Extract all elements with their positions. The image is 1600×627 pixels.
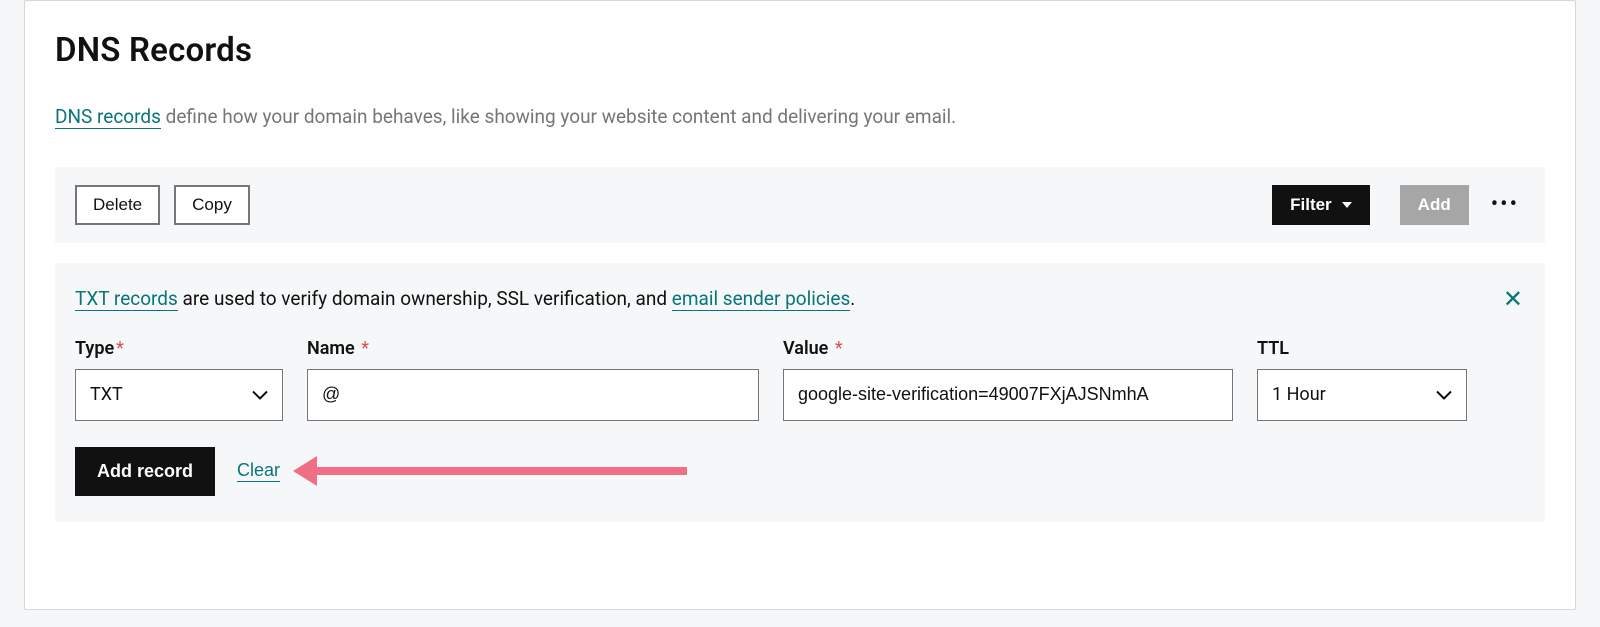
txt-records-link[interactable]: TXT records [75, 287, 178, 311]
copy-button[interactable]: Copy [174, 185, 250, 225]
form-actions: Add record Clear [75, 447, 1525, 496]
add-record-form: ✕ TXT records are used to verify domain … [55, 263, 1545, 522]
filter-label: Filter [1290, 195, 1332, 215]
dns-records-link[interactable]: DNS records [55, 105, 161, 129]
close-icon[interactable]: ✕ [1503, 285, 1523, 313]
more-options-icon[interactable]: ••• [1485, 192, 1525, 217]
records-toolbar: Delete Copy Filter Add ••• [55, 167, 1545, 243]
value-label: Value * [783, 338, 1233, 359]
page-title: DNS Records [55, 31, 1545, 70]
name-label: Name * [307, 338, 759, 359]
type-select[interactable]: TXT [75, 369, 283, 421]
add-record-button[interactable]: Add record [75, 447, 215, 496]
clear-button[interactable]: Clear [237, 460, 280, 482]
name-input[interactable] [307, 369, 759, 421]
filter-button[interactable]: Filter [1272, 185, 1370, 225]
type-label: Type* [75, 338, 283, 359]
dns-records-panel: DNS Records DNS records define how your … [24, 0, 1576, 610]
chevron-down-icon [1436, 384, 1452, 405]
description-text: define how your domain behaves, like sho… [161, 105, 956, 128]
ttl-field: TTL 1 Hour [1257, 338, 1467, 421]
value-input[interactable] [783, 369, 1233, 421]
type-field: Type* TXT [75, 338, 283, 421]
ttl-value: 1 Hour [1272, 384, 1326, 405]
type-value: TXT [90, 384, 123, 405]
chevron-down-icon [1342, 202, 1352, 208]
delete-button[interactable]: Delete [75, 185, 160, 225]
name-field: Name * [307, 338, 759, 421]
add-button[interactable]: Add [1400, 185, 1469, 225]
fields-row: Type* TXT Name * Value * [75, 338, 1525, 421]
annotation-arrow [293, 456, 687, 486]
arrow-left-icon [293, 456, 317, 486]
ttl-label: TTL [1257, 338, 1467, 359]
chevron-down-icon [252, 384, 268, 405]
value-field: Value * [783, 338, 1233, 421]
email-sender-policies-link[interactable]: email sender policies [672, 287, 851, 311]
page-description: DNS records define how your domain behav… [55, 104, 1545, 131]
ttl-select[interactable]: 1 Hour [1257, 369, 1467, 421]
form-info-text: TXT records are used to verify domain ow… [75, 287, 1525, 310]
